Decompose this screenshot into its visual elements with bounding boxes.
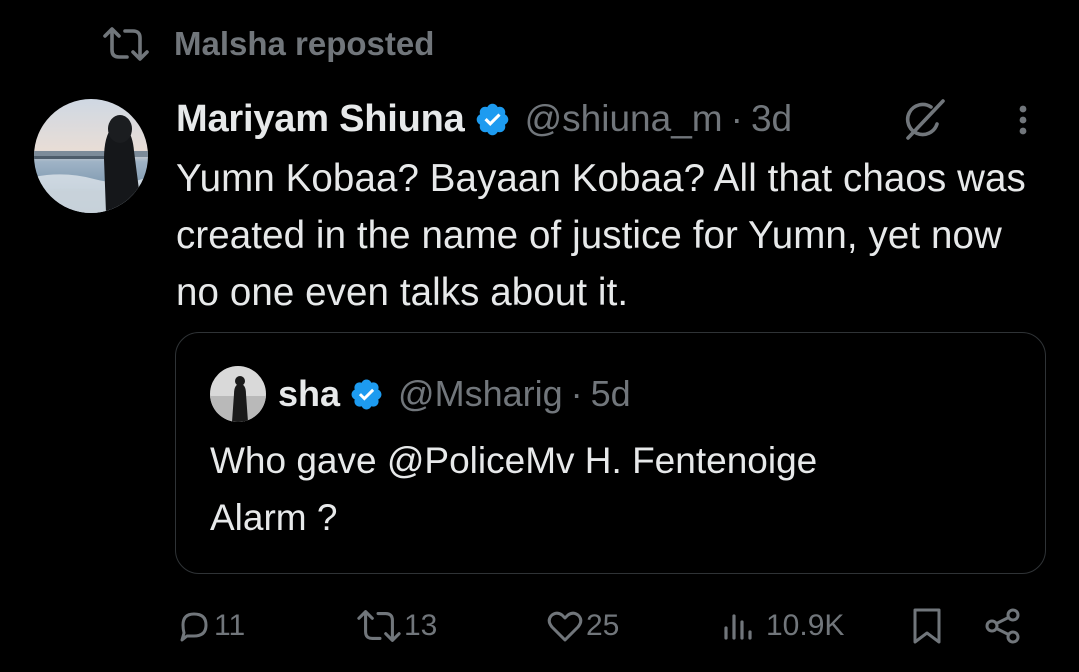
post[interactable]: Malsha reposted Mariyam Shiuna @shiuna_m… [0,0,1079,672]
action-bar: 11 13 25 10.9K [0,596,1079,656]
repost-count: 13 [404,609,438,642]
separator-dot: · [730,98,743,139]
like-button[interactable]: 25 [546,596,619,656]
quoted-author-avatar[interactable] [210,366,266,422]
post-age[interactable]: 3d [751,98,792,140]
bookmark-button[interactable] [909,596,945,656]
quoted-post-text-line: Alarm ? [210,497,338,538]
reply-button[interactable]: 11 [176,596,245,656]
author-name[interactable]: Mariyam Shiuna [176,98,465,141]
repost-label: Malsha reposted [174,25,435,62]
reply-icon [176,606,212,646]
bookmark-icon [909,606,945,646]
views-button[interactable]: 10.9K [720,596,844,656]
views-count: 10.9K [766,609,845,642]
heart-icon [546,606,584,646]
repost-icon [102,26,150,62]
post-text: Yumn Kobaa? Bayaan Kobaa? All that chaos… [176,157,1026,314]
verified-badge-icon[interactable] [349,377,384,412]
quoted-post-text-line: Who gave @PoliceMv H. Fentenoige [210,440,818,481]
quoted-post-text: Who gave @PoliceMv H. Fentenoige Alarm ? [210,432,1010,546]
like-count: 25 [586,609,620,642]
quoted-post-age[interactable]: 5d [591,373,631,415]
more-options-icon[interactable] [1008,100,1038,140]
quoted-post[interactable]: sha @Msharig · 5d Who gave @PoliceMv H. … [175,332,1046,574]
repost-icon [356,606,402,646]
quoted-author-name[interactable]: sha [278,373,340,415]
share-icon [983,606,1023,646]
author-avatar[interactable] [34,99,148,213]
reply-count: 11 [214,609,246,642]
grok-icon[interactable] [901,98,947,142]
quoted-post-header: sha @Msharig · 5d [278,367,631,421]
author-handle[interactable]: @shiuna_m [525,98,723,140]
post-header: Mariyam Shiuna @shiuna_m · 3d [176,92,1056,146]
quoted-author-handle[interactable]: @Msharig [398,373,563,415]
share-button[interactable] [983,596,1023,656]
verified-badge-icon[interactable] [474,101,511,138]
repost-indicator[interactable]: Malsha reposted [102,24,434,64]
views-chart-icon [720,606,764,646]
separator-dot: · [570,373,583,414]
repost-button[interactable]: 13 [356,596,437,656]
